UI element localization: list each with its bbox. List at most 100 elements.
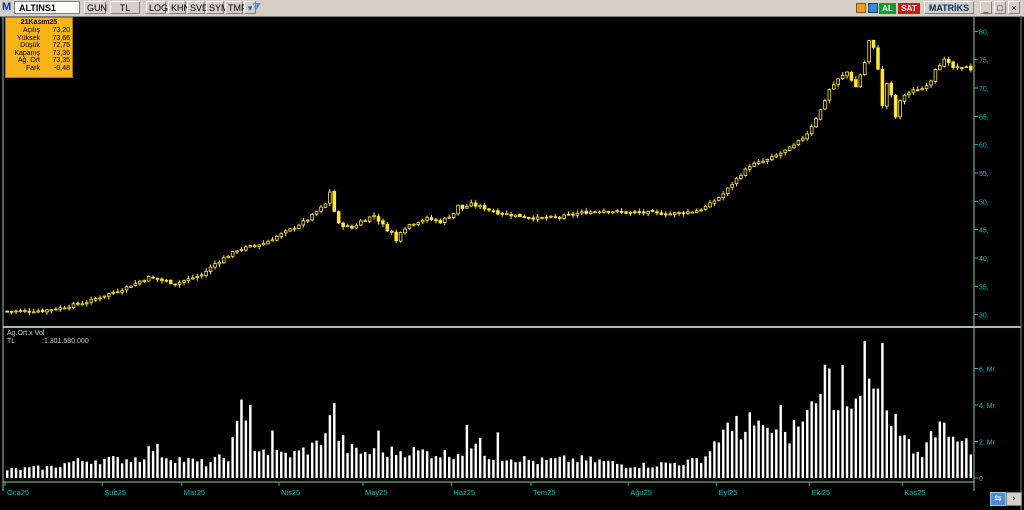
volume-bar bbox=[200, 459, 203, 478]
volume-bar bbox=[59, 467, 62, 478]
candle bbox=[310, 213, 314, 221]
candle bbox=[478, 205, 482, 208]
candle bbox=[350, 225, 354, 229]
volume-bar bbox=[748, 412, 752, 478]
candle bbox=[279, 233, 284, 237]
candle bbox=[854, 79, 858, 88]
candle bbox=[283, 230, 288, 234]
volume-bar bbox=[244, 420, 248, 478]
candle bbox=[571, 213, 575, 216]
volume-panel-title: Ag.Ort.x Vol bbox=[7, 330, 45, 337]
volume-bar bbox=[752, 425, 756, 478]
candle bbox=[915, 89, 920, 92]
candle bbox=[14, 310, 18, 313]
close-button[interactable]: × bbox=[1008, 1, 1020, 14]
volume-bar bbox=[54, 467, 58, 478]
volume-bar bbox=[646, 467, 650, 478]
volume-bars bbox=[5, 341, 973, 478]
tmp-button[interactable]: TMP bbox=[225, 1, 247, 14]
scroll-right-icon[interactable]: › bbox=[1006, 492, 1022, 506]
volume-bar bbox=[518, 461, 522, 478]
price-tick-label: 30, bbox=[979, 313, 989, 320]
candle bbox=[372, 215, 376, 218]
volume-bar bbox=[465, 425, 469, 478]
volume-bar bbox=[598, 459, 601, 478]
volume-bar bbox=[916, 451, 919, 478]
candle bbox=[876, 47, 880, 70]
volume-bar bbox=[448, 456, 451, 478]
volume-bar bbox=[492, 459, 495, 478]
volume-bar bbox=[302, 447, 305, 478]
sym-button[interactable]: SYM bbox=[206, 1, 229, 14]
candle bbox=[681, 212, 686, 215]
candle bbox=[257, 244, 261, 247]
maximize-button[interactable]: □ bbox=[994, 1, 1006, 14]
candle bbox=[403, 228, 407, 234]
filter-icon[interactable]: ⧩ bbox=[252, 2, 264, 14]
volume-bar bbox=[182, 461, 186, 478]
volume-bar bbox=[691, 458, 694, 478]
candle bbox=[566, 213, 571, 216]
candle bbox=[867, 40, 871, 63]
volume-bar bbox=[615, 463, 619, 478]
candle bbox=[540, 217, 544, 219]
volume-bar bbox=[629, 467, 632, 478]
volume-bar bbox=[288, 457, 292, 478]
volume-bar bbox=[850, 408, 853, 478]
candle bbox=[460, 204, 465, 209]
khn-button[interactable]: KHN bbox=[168, 1, 190, 14]
candle bbox=[955, 66, 960, 69]
sell-button[interactable]: SAT bbox=[898, 3, 920, 14]
volume-bar bbox=[50, 465, 53, 478]
minimize-button[interactable]: _ bbox=[980, 1, 992, 14]
volume-bar bbox=[125, 459, 128, 478]
candle bbox=[217, 261, 222, 265]
volume-bar bbox=[226, 461, 230, 478]
buy-button[interactable]: AL bbox=[879, 3, 896, 14]
candle bbox=[469, 202, 474, 207]
volume-bar bbox=[956, 441, 959, 478]
candle bbox=[288, 228, 292, 232]
volume-bar bbox=[783, 431, 787, 478]
volume-bar bbox=[483, 455, 486, 478]
fit-icon[interactable]: ⇆ bbox=[990, 492, 1006, 506]
volume-bar bbox=[67, 462, 71, 478]
candle bbox=[5, 310, 9, 313]
candle bbox=[40, 309, 45, 313]
volume-bar bbox=[63, 463, 66, 478]
candle bbox=[893, 94, 898, 118]
volume-bar bbox=[45, 466, 49, 478]
chart-area[interactable]: 30, 35, 40, 45, 50, 55, 60, 65, 70, 75, 80, 0 2, Mr… bbox=[0, 16, 1024, 510]
period-button[interactable]: GUN bbox=[84, 1, 107, 14]
matriks-button[interactable]: MATRİKS bbox=[924, 1, 974, 14]
volume-bar bbox=[881, 342, 884, 478]
volume-bar bbox=[147, 446, 150, 478]
symbol-field[interactable]: ALTINS1 bbox=[14, 1, 80, 14]
volume-bar bbox=[209, 462, 212, 478]
candle bbox=[301, 220, 306, 226]
volume-bar bbox=[191, 458, 195, 478]
candle bbox=[85, 302, 89, 305]
currency-button[interactable]: TL bbox=[110, 1, 140, 14]
volume-bar bbox=[324, 433, 327, 478]
volume-bar bbox=[655, 466, 659, 478]
candle bbox=[845, 71, 849, 77]
candle bbox=[734, 177, 739, 185]
candle bbox=[230, 251, 235, 257]
candle bbox=[703, 205, 708, 210]
log-button[interactable]: LOG bbox=[146, 1, 168, 14]
volume-bar bbox=[514, 462, 517, 478]
volume-bar bbox=[867, 378, 871, 478]
candle bbox=[849, 71, 854, 81]
alert-icon[interactable] bbox=[856, 3, 866, 13]
volume-bar bbox=[651, 467, 654, 478]
candle bbox=[155, 277, 160, 280]
volume-bar bbox=[421, 449, 424, 478]
volume-bar bbox=[23, 467, 27, 478]
candle bbox=[416, 222, 421, 225]
candle bbox=[328, 191, 332, 204]
refresh-icon[interactable] bbox=[868, 3, 878, 13]
volume-bar bbox=[390, 446, 393, 478]
candle bbox=[120, 290, 124, 293]
svd-button[interactable]: SVD bbox=[187, 1, 209, 14]
